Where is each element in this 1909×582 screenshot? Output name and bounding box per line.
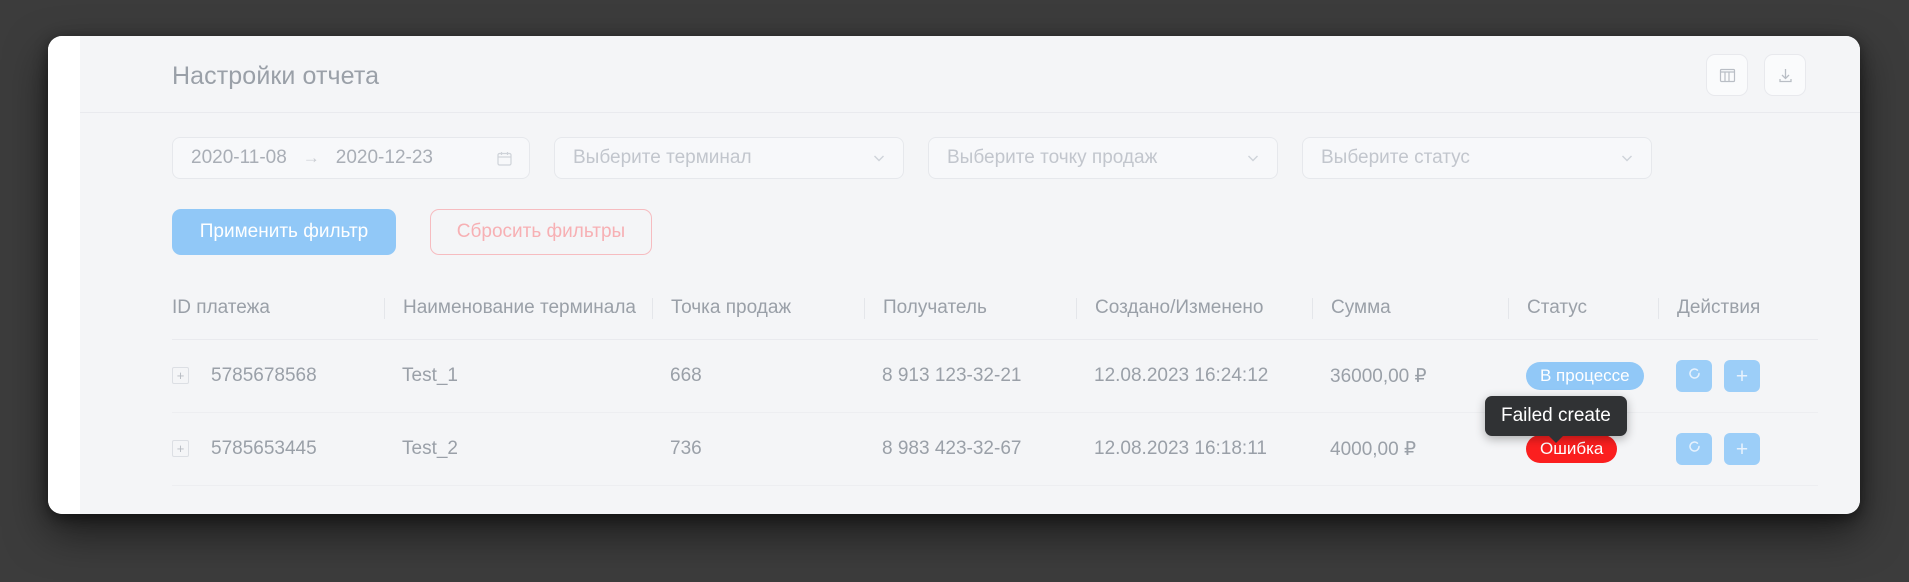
download-button[interactable] <box>1764 54 1806 96</box>
cell-datetime: 12.08.2023 16:24:12 <box>1076 339 1312 413</box>
plus-icon: + <box>1735 364 1749 388</box>
calendar-icon[interactable] <box>496 150 513 167</box>
row-action-buttons: + <box>1676 433 1818 465</box>
date-end-value[interactable]: 2020-12-23 <box>336 147 433 169</box>
columns-settings-button[interactable] <box>1706 54 1748 96</box>
status-badge: Ошибка <box>1526 435 1618 463</box>
page-root: Настройки отчета 2020-11-08 → 2020-12-23… <box>0 0 1909 582</box>
status-select-placeholder: Выберите статус <box>1321 147 1470 168</box>
column-header-id: ID платежа <box>172 283 384 340</box>
refresh-icon <box>1686 438 1703 461</box>
cell-amount: 36000,00 ₽ <box>1312 339 1508 413</box>
refresh-button[interactable] <box>1676 360 1712 392</box>
column-header-point: Точка продаж <box>652 283 864 340</box>
card-left-rail <box>48 36 80 514</box>
status-select[interactable]: Выберите статус <box>1302 137 1652 179</box>
add-button[interactable]: + <box>1724 360 1760 392</box>
cell-actions: + <box>1658 339 1818 413</box>
column-header-status: Статус <box>1508 283 1658 340</box>
reset-filters-button[interactable]: Сбросить фильтры <box>430 209 652 255</box>
column-header-receiver: Получатель <box>864 283 1076 340</box>
cell-id: +5785653445 <box>172 412 384 486</box>
column-header-datetime: Создано/Изменено <box>1076 283 1312 340</box>
column-header-actions: Действия <box>1658 283 1818 340</box>
payment-id-value: 5785653445 <box>211 437 317 459</box>
payments-table: ID платежа Наименование терминала Точка … <box>172 283 1818 486</box>
filters-row: 2020-11-08 → 2020-12-23 Выберите термина… <box>80 113 1860 199</box>
cell-amount: 4000,00 ₽ <box>1312 412 1508 486</box>
header-actions <box>1706 54 1806 96</box>
filter-actions-row: Применить фильтр Сбросить фильтры <box>80 199 1860 283</box>
date-range-arrow: → <box>302 148 320 167</box>
apply-filter-button[interactable]: Применить фильтр <box>172 209 396 255</box>
cell-terminal: Test_1 <box>384 339 652 413</box>
page-title: Настройки отчета <box>172 62 380 90</box>
columns-settings-icon <box>1718 66 1737 85</box>
point-of-sale-select[interactable]: Выберите точку продаж <box>928 137 1278 179</box>
table-header: ID платежа Наименование терминала Точка … <box>172 283 1818 340</box>
refresh-button[interactable] <box>1676 433 1712 465</box>
add-button[interactable]: + <box>1724 433 1760 465</box>
terminal-select[interactable]: Выберите терминал <box>554 137 904 179</box>
terminal-select-placeholder: Выберите терминал <box>573 147 752 168</box>
row-action-buttons: + <box>1676 360 1818 392</box>
column-header-amount: Сумма <box>1312 283 1508 340</box>
card-header: Настройки отчета <box>80 36 1860 113</box>
cell-actions: + <box>1658 412 1818 486</box>
plus-icon: + <box>1735 437 1749 461</box>
cell-receiver: 8 913 123-32-21 <box>864 339 1076 413</box>
tooltip: Failed create <box>1485 396 1627 436</box>
expand-row-icon[interactable]: + <box>172 367 189 385</box>
table-header-row: ID платежа Наименование терминала Точка … <box>172 283 1818 340</box>
expand-row-icon[interactable]: + <box>172 440 189 458</box>
chevron-down-icon[interactable] <box>871 150 887 166</box>
column-header-terminal: Наименование терминала <box>384 283 652 340</box>
cell-receiver: 8 983 423-32-67 <box>864 412 1076 486</box>
payments-table-wrap: ID платежа Наименование терминала Точка … <box>80 283 1860 486</box>
point-of-sale-select-placeholder: Выберите точку продаж <box>947 147 1158 168</box>
cell-id: +5785678568 <box>172 339 384 413</box>
cell-terminal: Test_2 <box>384 412 652 486</box>
chevron-down-icon[interactable] <box>1619 150 1635 166</box>
cell-point: 736 <box>652 412 864 486</box>
date-start-value[interactable]: 2020-11-08 <box>191 147 287 169</box>
status-badge: В процессе <box>1526 362 1644 390</box>
chevron-down-icon[interactable] <box>1245 150 1261 166</box>
download-icon <box>1776 66 1795 85</box>
card-body: Настройки отчета 2020-11-08 → 2020-12-23… <box>80 36 1860 514</box>
date-range-picker[interactable]: 2020-11-08 → 2020-12-23 <box>172 137 530 179</box>
refresh-icon <box>1686 365 1703 388</box>
cell-point: 668 <box>652 339 864 413</box>
cell-datetime: 12.08.2023 16:18:11 <box>1076 412 1312 486</box>
payment-id-value: 5785678568 <box>211 364 317 386</box>
report-settings-card: Настройки отчета 2020-11-08 → 2020-12-23… <box>48 36 1860 514</box>
